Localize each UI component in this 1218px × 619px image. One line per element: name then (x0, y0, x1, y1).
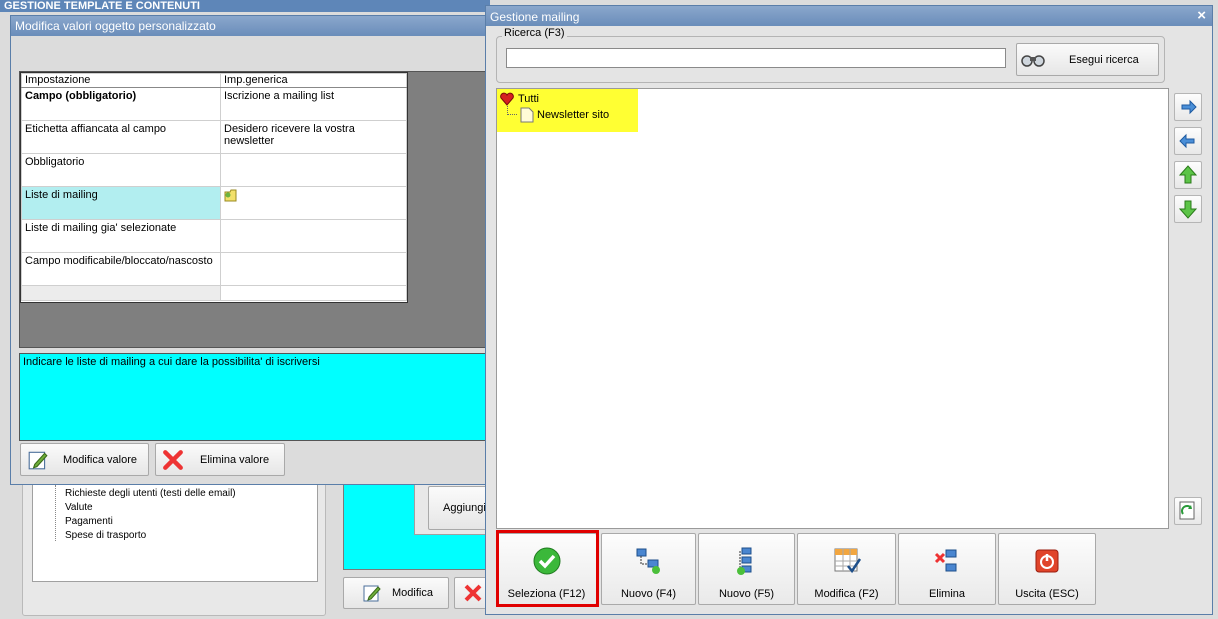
heart-icon (500, 92, 514, 106)
value-cell[interactable]: Desidero ricevere la vostra newsletter (220, 120, 407, 154)
search-input[interactable] (506, 48, 1006, 68)
arrow-right-icon (1181, 99, 1197, 115)
modifica-button[interactable]: Modifica (343, 577, 449, 609)
tree-item-spese[interactable]: Spese di trasporto (65, 530, 146, 541)
modifica-label: Modifica (392, 587, 433, 599)
selection-outline (496, 530, 599, 607)
close-icon[interactable]: × (1197, 7, 1206, 25)
description-text: Indicare le liste di mailing a cui dare … (23, 356, 320, 368)
arrow-down-icon (1178, 200, 1198, 219)
refresh-icon (1179, 501, 1195, 520)
document-icon (520, 107, 534, 123)
aggiungi-label: Aggiungi (443, 502, 486, 514)
table-row[interactable]: Liste di mailing gia' selezionate (21, 219, 407, 253)
column-header-value[interactable]: Imp.generica (220, 73, 407, 88)
edit-table-icon (834, 548, 861, 574)
uscita-label: Uscita (ESC) (1015, 588, 1079, 600)
table-row[interactable]: Obbligatorio (21, 153, 407, 187)
value-cell[interactable] (220, 153, 407, 187)
tree-lines (55, 485, 56, 541)
nuovo-f4-button[interactable]: Nuovo (F4) (601, 533, 696, 605)
tree-item-valute[interactable]: Valute (65, 502, 93, 513)
aggiungi-button[interactable]: Aggiungi (428, 486, 490, 530)
elimina-valore-label: Elimina valore (200, 453, 270, 466)
uscita-button[interactable]: Uscita (ESC) (998, 533, 1096, 605)
new-child-icon (736, 547, 751, 575)
delete-node-icon (934, 549, 957, 572)
column-header-setting[interactable]: Impostazione (21, 73, 221, 88)
mailing-tree[interactable]: Tutti Newsletter sito (496, 88, 1169, 529)
setting-cell: Liste di mailing (21, 186, 221, 220)
value-cell[interactable] (220, 219, 407, 253)
arrow-left-icon (1179, 133, 1195, 149)
table-row-selected[interactable]: Liste di mailing (21, 186, 407, 220)
modifica-f2-button[interactable]: Modifica (F2) (797, 533, 896, 605)
mailing-dialog-title: Gestione mailing (486, 6, 1212, 26)
folder-icon (224, 189, 237, 202)
search-button[interactable]: Esegui ricerca (1016, 43, 1159, 76)
description-box: Indicare le liste di mailing a cui dare … (19, 353, 489, 441)
background-tree: Richieste degli utenti (testi delle emai… (32, 478, 318, 582)
value-cell[interactable]: Iscrizione a mailing list (220, 87, 407, 121)
settings-grid[interactable]: Impostazione Imp.generica Campo (obbliga… (20, 72, 408, 303)
move-up-button[interactable] (1174, 161, 1202, 189)
edit-dialog: Modifica valori oggetto personalizzato I… (10, 15, 489, 485)
nuovo-f5-button[interactable]: Nuovo (F5) (698, 533, 795, 605)
edit-dialog-title: Modifica valori oggetto personalizzato (11, 16, 489, 36)
value-cell[interactable] (220, 285, 407, 301)
search-group-label: Ricerca (F3) (502, 27, 567, 39)
value-cell[interactable] (220, 186, 407, 220)
elimina-button[interactable]: Elimina (898, 533, 996, 605)
refresh-button[interactable] (1174, 497, 1202, 525)
nuovo-f4-label: Nuovo (F4) (620, 588, 677, 600)
nuovo-f5-label: Nuovo (F5) (718, 588, 775, 600)
delete-icon (163, 449, 183, 470)
table-row[interactable]: Campo (obbligatorio) Iscrizione a mailin… (21, 87, 407, 121)
tree-root-label[interactable]: Tutti (518, 93, 539, 105)
modifica-valore-label: Modifica valore (63, 453, 137, 466)
setting-cell: Liste di mailing gia' selezionate (21, 219, 221, 253)
table-row[interactable]: Etichetta affiancata al campo Desidero r… (21, 120, 407, 154)
setting-cell: Campo modificabile/bloccato/nascosto (21, 252, 221, 286)
mailing-dialog: Gestione mailing × Ricerca (F3) Esegui r… (485, 5, 1213, 615)
modifica-valore-button[interactable]: Modifica valore (20, 443, 149, 476)
tree-child-label[interactable]: Newsletter sito (537, 109, 609, 121)
edit-icon (363, 585, 381, 602)
move-down-button[interactable] (1174, 195, 1202, 223)
delete-icon (464, 584, 482, 602)
table-row[interactable]: Campo modificabile/bloccato/nascosto (21, 252, 407, 286)
tree-connector (507, 106, 517, 115)
arrow-up-icon (1178, 165, 1198, 184)
background-window-title: GESTIONE TEMPLATE E CONTENUTI (0, 0, 490, 12)
move-left-button[interactable] (1174, 127, 1202, 155)
setting-cell: Etichetta affiancata al campo (21, 120, 221, 154)
modifica-f2-label: Modifica (F2) (814, 588, 879, 600)
move-right-button[interactable] (1174, 93, 1202, 121)
setting-cell (21, 285, 221, 301)
tree-item-richieste[interactable]: Richieste degli utenti (testi delle emai… (65, 488, 236, 499)
exit-icon (1035, 549, 1059, 573)
elimina-label: Elimina (928, 588, 966, 600)
table-row[interactable] (21, 285, 407, 301)
setting-cell: Obbligatorio (21, 153, 221, 187)
search-button-label: Esegui ricerca (1069, 53, 1139, 66)
tree-item-pagamenti[interactable]: Pagamenti (65, 516, 113, 527)
new-node-icon (636, 548, 660, 574)
setting-cell: Campo (obbligatorio) (21, 87, 221, 121)
binoculars-icon (1021, 54, 1045, 67)
edit-icon (28, 451, 48, 469)
elimina-valore-button[interactable]: Elimina valore (155, 443, 285, 476)
value-cell[interactable] (220, 252, 407, 286)
